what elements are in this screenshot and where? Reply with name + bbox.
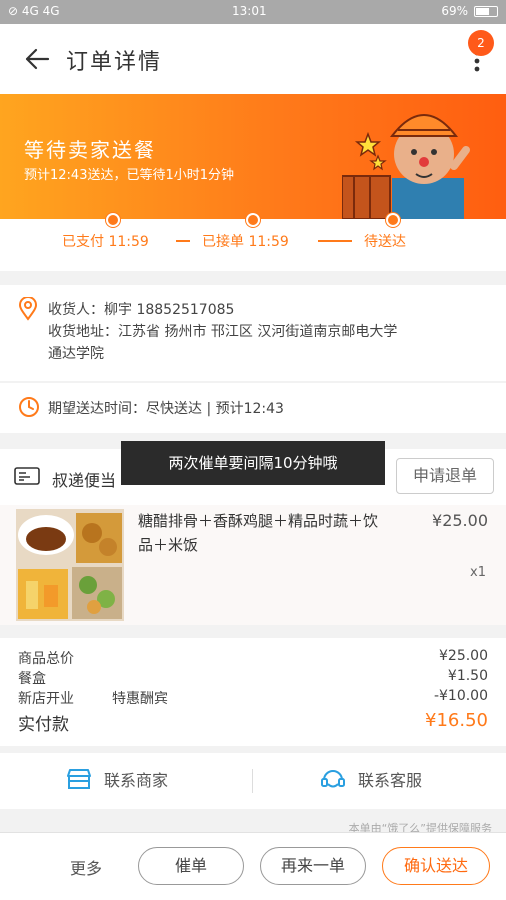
promo-value: -¥10.00 <box>433 688 488 704</box>
page-title: 订单详情 <box>66 50 163 75</box>
status-subtitle: 预计12:43送达，已等待1小时1分钟 <box>24 168 235 183</box>
shop-name[interactable]: 叔递便当 <box>52 467 116 491</box>
expected-delivery-time: 期望送达时间：尽快送达 | 预计12:43 <box>0 383 506 433</box>
expected-delivery-text: 期望送达时间：尽快送达 | 预计12:43 <box>48 401 284 417</box>
confirm-delivery-button[interactable]: 确认送达 <box>382 847 490 885</box>
battery-icon <box>474 5 498 17</box>
contact-merchant-button[interactable]: 联系商家 <box>66 767 168 791</box>
order-item: 糖醋排骨＋香酥鸡腿＋精品时蔬＋饮品＋米饭 ¥25.00 x1 <box>0 505 506 625</box>
battery-percent: 69% <box>441 4 468 18</box>
location-pin-icon <box>18 297 38 321</box>
item-name: 糖醋排骨＋香酥鸡腿＋精品时蔬＋饮品＋米饭 <box>138 512 379 554</box>
back-arrow-icon[interactable] <box>24 46 50 72</box>
progress-step-accepted: 已接单 11:59 <box>202 234 289 250</box>
notification-badge: 2 <box>468 30 494 56</box>
status-bar: ⊘ 4G 4G 13:01 69% <box>0 0 506 24</box>
customer-service-icon <box>321 770 345 788</box>
divider <box>252 769 253 793</box>
price-summary: 商品总价 ¥25.00 餐盒 ¥1.50 新店开业 特惠酬宾 -¥10.00 实… <box>0 638 506 746</box>
progress-connector <box>318 240 352 242</box>
top-nav-bar: 订单详情 2 <box>0 24 506 94</box>
summary-row-total: 实付款 ¥16.50 <box>18 710 488 736</box>
address-line-2: 通达学院 <box>48 346 104 362</box>
urge-order-button[interactable]: 催单 <box>138 847 244 885</box>
total-paid-value: ¥16.50 <box>425 710 488 731</box>
status-right: 69% <box>441 4 498 18</box>
progress-step-paid: 已支付 11:59 <box>62 234 149 250</box>
promo-label: 新店开业 <box>18 691 74 707</box>
box-fee-value: ¥1.50 <box>447 668 488 684</box>
shop-icon <box>67 769 91 789</box>
network-indicator: ⊘ 4G 4G <box>8 4 60 18</box>
more-actions-button[interactable]: 更多 <box>70 855 102 879</box>
progress-dot-delivering <box>386 213 400 227</box>
contact-bar: 联系商家 联系客服 <box>0 753 506 809</box>
summary-row-goods: 商品总价 ¥25.00 <box>18 648 488 668</box>
toast-message: 两次催单要间隔10分钟哦 <box>121 441 385 485</box>
progress-connector <box>176 240 190 242</box>
summary-row-box: 餐盒 ¥1.50 <box>18 668 488 688</box>
order-progress: 已支付 11:59 已接单 11:59 待送达 <box>0 213 506 271</box>
summary-row-promo: 新店开业 特惠酬宾 -¥10.00 <box>18 688 488 708</box>
progress-dot-paid <box>106 213 120 227</box>
receiver-info: 收货人：柳宇 18852517085 <box>48 302 235 318</box>
goods-total-value: ¥25.00 <box>439 648 488 664</box>
shop-logo-icon <box>14 467 40 485</box>
total-paid-label: 实付款 <box>18 715 69 735</box>
reorder-button[interactable]: 再来一单 <box>260 847 366 885</box>
goods-total-label: 商品总价 <box>18 651 74 667</box>
contact-service-button[interactable]: 联系客服 <box>320 767 422 791</box>
clock-time: 13:01 <box>232 4 267 18</box>
contact-service-label: 联系客服 <box>358 771 423 790</box>
box-fee-label: 餐盒 <box>18 671 46 687</box>
delivery-courier-illustration <box>342 114 470 219</box>
progress-step-pending: 待送达 <box>364 234 406 250</box>
bottom-action-bar: 更多 催单 再来一单 确认送达 <box>0 832 506 900</box>
item-quantity: x1 <box>470 565 486 580</box>
progress-dot-accepted <box>246 213 260 227</box>
promo-tag: 特惠酬宾 <box>112 691 168 707</box>
contact-merchant-label: 联系商家 <box>104 771 169 790</box>
delivery-address-card: 收货人：柳宇 18852517085 收货地址：江苏省 扬州市 邗江区 汉河街道… <box>0 285 506 381</box>
address-line-1: 收货地址：江苏省 扬州市 邗江区 汉河街道南京邮电大学 <box>48 324 398 340</box>
clock-icon <box>19 397 39 417</box>
apply-refund-button[interactable]: 申请退单 <box>396 458 494 494</box>
item-price: ¥25.00 <box>432 511 488 530</box>
status-headline: 等待卖家送餐 <box>24 138 156 162</box>
food-thumbnail <box>16 509 124 621</box>
order-status-banner: 等待卖家送餐 预计12:43送达，已等待1小时1分钟 <box>0 94 506 219</box>
